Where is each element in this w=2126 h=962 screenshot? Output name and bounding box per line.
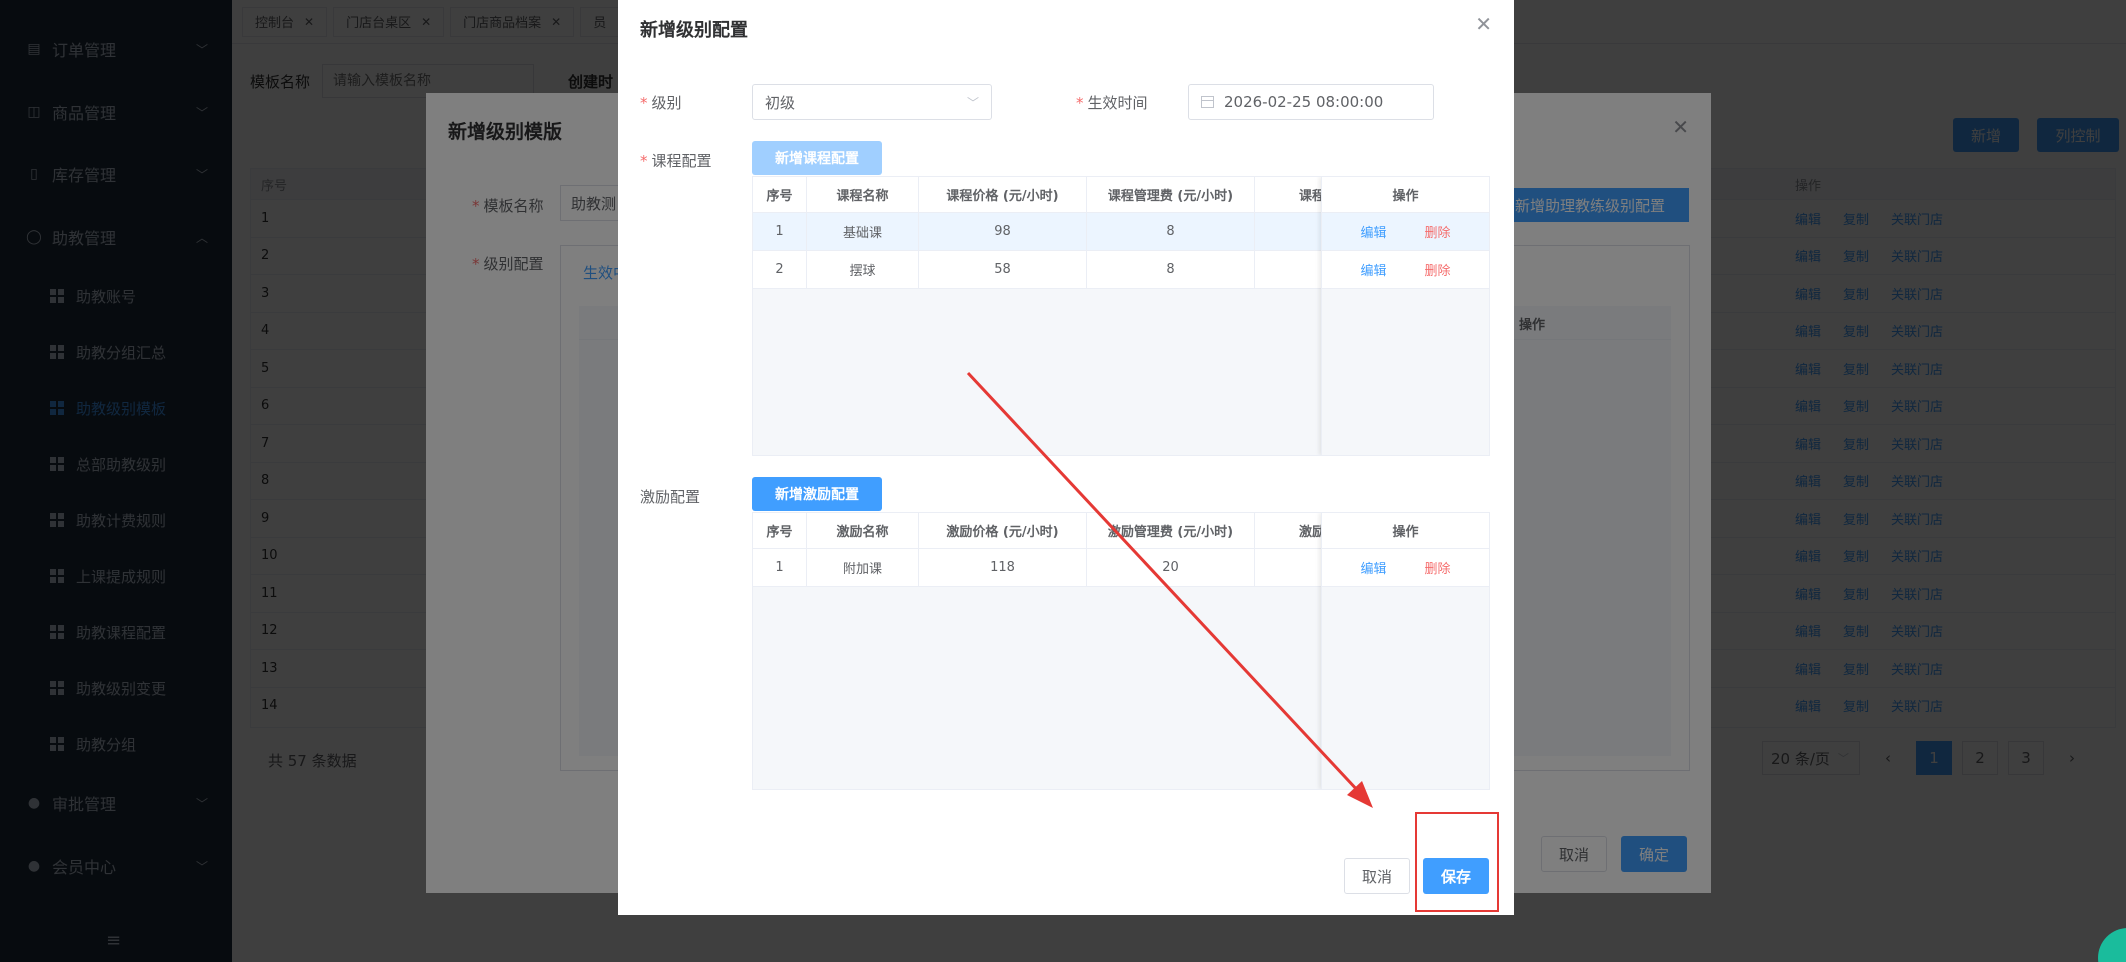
col-extra: 激励 [1299, 525, 1321, 540]
col-index: 序号 [753, 177, 807, 212]
edit-link[interactable]: 编辑 [1360, 222, 1386, 241]
course-config-label: * 课程配置 [640, 152, 712, 170]
cell-fee: 8 [1087, 213, 1255, 250]
cell-index: 1 [753, 549, 807, 586]
calendar-icon [1201, 96, 1214, 108]
label-text: 生效时间 [1087, 94, 1148, 112]
dialog-title: 新增级别配置 [640, 20, 748, 41]
cell-price: 58 [919, 251, 1087, 288]
col-price: 课程价格 (元/小时) [919, 177, 1087, 212]
ops-fixed-column: 操作 编辑 删除 编辑 删除 [1321, 177, 1489, 455]
cell-name: 基础课 [807, 213, 919, 250]
cell-fee: 8 [1087, 251, 1255, 288]
col-name: 课程名称 [807, 177, 919, 212]
cancel-button[interactable]: 取消 [1344, 858, 1410, 894]
incentive-table: 序号 激励名称 激励价格 (元/小时) 激励管理费 (元/小时) 激励 1 附加… [752, 512, 1490, 790]
empty-area [1322, 587, 1489, 789]
date-value: 2026-02-25 08:00:00 [1224, 93, 1384, 111]
cell-name: 摆球 [807, 251, 919, 288]
label-text: 课程配置 [651, 152, 712, 170]
col-name: 激励名称 [807, 513, 919, 548]
edit-link[interactable]: 编辑 [1360, 260, 1386, 279]
effective-time-picker[interactable]: 2026-02-25 08:00:00 [1188, 84, 1434, 120]
col-extra: 课程 [1299, 189, 1321, 204]
effective-time-label: * 生效时间 [1076, 94, 1148, 112]
add-incentive-config-button[interactable]: 新增激励配置 [752, 477, 882, 511]
cell-fee: 20 [1087, 549, 1255, 586]
level-value: 初级 [765, 93, 796, 112]
empty-area [1322, 289, 1489, 455]
row-actions: 编辑 删除 [1322, 549, 1489, 587]
close-icon[interactable]: ✕ [1475, 12, 1492, 36]
row-actions: 编辑 删除 [1322, 213, 1489, 251]
cell-price: 98 [919, 213, 1087, 250]
annotation-highlight-box [1415, 812, 1499, 912]
cell-index: 2 [753, 251, 807, 288]
add-course-config-button[interactable]: 新增课程配置 [752, 141, 882, 175]
cell-name: 附加课 [807, 549, 919, 586]
delete-link[interactable]: 删除 [1425, 260, 1451, 279]
col-fee: 课程管理费 (元/小时) [1087, 177, 1255, 212]
col-price: 激励价格 (元/小时) [919, 513, 1087, 548]
cell-extra [1255, 213, 1321, 250]
cell-price: 118 [919, 549, 1087, 586]
chevron-down-icon: ﹀ [966, 95, 979, 110]
add-level-config-dialog: 新增级别配置 ✕ * 级别 初级 ﹀ * 生效时间 2026-02-25 08:00… [618, 0, 1514, 915]
row-actions: 编辑 删除 [1322, 251, 1489, 289]
cell-index: 1 [753, 213, 807, 250]
header-ops: 操作 [1322, 177, 1489, 213]
delete-link[interactable]: 删除 [1425, 222, 1451, 241]
level-select[interactable]: 初级 ﹀ [752, 84, 992, 120]
col-fee: 激励管理费 (元/小时) [1087, 513, 1255, 548]
delete-link[interactable]: 删除 [1425, 558, 1451, 577]
header-ops: 操作 [1322, 513, 1489, 549]
edit-link[interactable]: 编辑 [1360, 558, 1386, 577]
cell-extra [1255, 251, 1321, 288]
ops-fixed-column: 操作 编辑 删除 [1321, 513, 1489, 789]
label-text: 级别 [651, 94, 682, 112]
cell-extra [1255, 549, 1321, 586]
course-table: 序号 课程名称 课程价格 (元/小时) 课程管理费 (元/小时) 课程 1 基础… [752, 176, 1490, 456]
col-index: 序号 [753, 513, 807, 548]
incentive-config-label: 激励配置 [640, 488, 701, 506]
level-label: * 级别 [640, 94, 682, 112]
